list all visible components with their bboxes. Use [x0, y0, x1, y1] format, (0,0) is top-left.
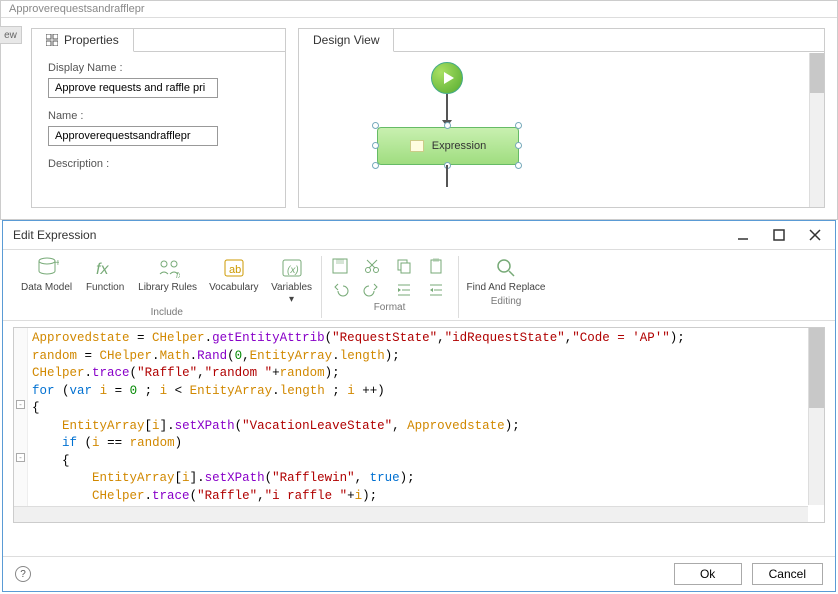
indent-button[interactable]	[394, 280, 414, 300]
tab-properties[interactable]: Properties	[32, 29, 134, 52]
display-name-input[interactable]	[48, 78, 218, 98]
undo-button[interactable]	[330, 280, 350, 300]
start-node[interactable]	[431, 62, 463, 94]
scrollbar-thumb[interactable]	[809, 328, 824, 408]
tab-design-view-label: Design View	[313, 33, 379, 47]
display-name-label: Display Name :	[48, 62, 269, 74]
svg-text:+: +	[55, 258, 59, 269]
cancel-button[interactable]: Cancel	[752, 563, 823, 585]
function-label: Function	[86, 282, 124, 294]
resize-handle[interactable]	[515, 122, 522, 129]
tab-properties-label: Properties	[64, 33, 119, 47]
ribbon: + Data Model fx Function fx Library Rule…	[3, 249, 835, 321]
code-content[interactable]: Approvedstate = CHelper.getEntityAttrib(…	[14, 328, 824, 523]
connector	[446, 165, 448, 187]
format-group-label: Format	[374, 302, 406, 313]
find-replace-button[interactable]: Find And Replace	[467, 256, 546, 294]
svg-text:fx: fx	[176, 271, 180, 280]
play-icon	[444, 72, 454, 84]
svg-text:(x): (x)	[287, 265, 299, 276]
find-replace-label: Find And Replace	[467, 282, 546, 294]
resize-handle[interactable]	[515, 162, 522, 169]
side-tab[interactable]: ew	[0, 26, 22, 44]
ok-button[interactable]: Ok	[674, 563, 742, 585]
resize-handle[interactable]	[372, 122, 379, 129]
vocabulary-icon: ab	[222, 256, 246, 280]
editing-group-label: Editing	[491, 296, 522, 307]
minimize-button[interactable]	[733, 227, 753, 243]
copy-button[interactable]	[394, 256, 414, 276]
svg-text:ab: ab	[229, 264, 241, 276]
vocabulary-label: Vocabulary	[209, 282, 258, 294]
expression-node-label: Expression	[432, 140, 486, 152]
scrollbar[interactable]	[14, 506, 808, 522]
data-model-button[interactable]: + Data Model	[21, 256, 72, 294]
help-button[interactable]: ?	[15, 566, 31, 582]
close-button[interactable]	[805, 227, 825, 243]
database-icon: +	[35, 256, 59, 280]
code-editor[interactable]: -- Approvedstate = CHelper.getEntityAttr…	[13, 327, 825, 523]
design-view-panel: Design View Expression	[298, 28, 825, 208]
search-icon	[494, 256, 518, 280]
fold-toggle[interactable]: -	[16, 453, 25, 462]
outdent-button[interactable]	[426, 280, 446, 300]
code-gutter: --	[14, 328, 28, 522]
workflow-canvas[interactable]: Expression	[299, 52, 824, 202]
redo-button[interactable]	[362, 280, 382, 300]
scrollbar[interactable]	[809, 53, 824, 207]
svg-text:fx: fx	[96, 261, 109, 278]
scrollbar-thumb[interactable]	[810, 53, 824, 93]
resize-handle[interactable]	[444, 122, 451, 129]
properties-panel: Properties Display Name : Name : Descrip…	[31, 28, 286, 208]
library-icon: fx	[156, 256, 180, 280]
resize-handle[interactable]	[372, 142, 379, 149]
scrollbar[interactable]	[808, 328, 824, 505]
dialog-title: Edit Expression	[13, 228, 96, 242]
cut-button[interactable]	[362, 256, 382, 276]
expression-icon	[410, 140, 424, 152]
tab-design-view[interactable]: Design View	[299, 29, 394, 52]
include-group-label: Include	[151, 307, 183, 318]
data-model-label: Data Model	[21, 282, 72, 294]
edit-expression-dialog: Edit Expression + Data Model fx Function…	[2, 220, 836, 592]
description-label: Description :	[48, 158, 269, 170]
variables-icon: (x)	[280, 256, 304, 280]
fold-toggle[interactable]: -	[16, 400, 25, 409]
expression-node[interactable]: Expression	[377, 127, 519, 165]
maximize-button[interactable]	[769, 227, 789, 243]
variables-label: Variables▾	[271, 282, 312, 305]
name-input[interactable]	[48, 126, 218, 146]
name-label: Name :	[48, 110, 269, 122]
resize-handle[interactable]	[515, 142, 522, 149]
function-button[interactable]: fx Function	[84, 256, 126, 294]
resize-handle[interactable]	[372, 162, 379, 169]
library-rules-label: Library Rules	[138, 282, 197, 294]
paste-button[interactable]	[426, 256, 446, 276]
variables-button[interactable]: (x) Variables▾	[271, 256, 313, 305]
grid-icon	[46, 34, 58, 46]
vocabulary-button[interactable]: ab Vocabulary	[209, 256, 258, 294]
library-rules-button[interactable]: fx Library Rules	[138, 256, 197, 294]
save-button[interactable]	[330, 256, 350, 276]
function-icon: fx	[93, 256, 117, 280]
window-breadcrumb: Approverequestsandrafflepr	[9, 3, 145, 15]
